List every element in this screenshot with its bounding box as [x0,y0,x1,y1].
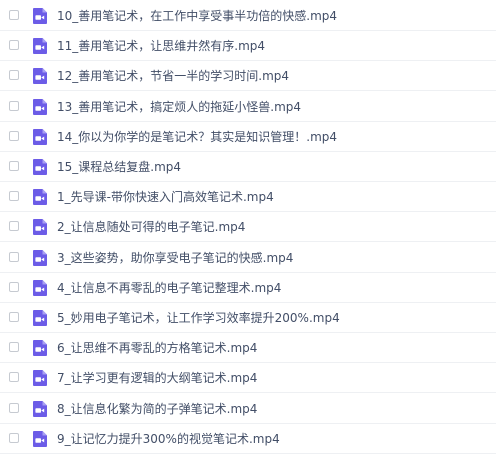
row-checkbox[interactable] [9,281,19,292]
file-name[interactable]: 15_课程总结复盘.mp4 [57,159,181,175]
row-checkbox[interactable] [9,40,19,51]
video-file-icon [32,279,48,297]
row-checkbox[interactable] [9,70,19,81]
file-name[interactable]: 1_先导课-带你快速入门高效笔记术.mp4 [57,189,274,205]
file-row[interactable]: 3_这些姿势，助你享受电子笔记的快感.mp4 [0,243,496,273]
video-file-icon [32,309,48,327]
file-row[interactable]: 15_课程总结复盘.mp4 [0,152,496,182]
file-list: 10_善用笔记术，在工作中享受事半功倍的快感.mp4 11_善用笔记术，让思维井… [0,0,496,470]
file-name[interactable]: 11_善用笔记术，让思维井然有序.mp4 [57,38,265,54]
row-checkbox[interactable] [9,130,19,141]
row-divider [0,452,496,454]
row-checkbox[interactable] [9,432,19,443]
row-checkbox[interactable] [9,342,19,353]
file-name[interactable]: 14_你以为你学的是笔记术？其实是知识管理！.mp4 [57,129,337,145]
file-name[interactable]: 13_善用笔记术，搞定烦人的拖延小怪兽.mp4 [57,99,301,115]
file-row[interactable]: 10_善用笔记术，在工作中享受事半功倍的快感.mp4 [0,1,496,31]
video-file-icon [32,400,48,418]
file-name[interactable]: 8_让信息化繁为简的子弹笔记术.mp4 [57,401,257,417]
video-file-icon [32,37,48,55]
row-checkbox[interactable] [9,100,19,111]
video-file-icon [32,369,48,387]
video-file-icon [32,158,48,176]
file-row[interactable]: 14_你以为你学的是笔记术？其实是知识管理！.mp4 [0,122,496,152]
video-file-icon [32,67,48,85]
file-row[interactable]: 11_善用笔记术，让思维井然有序.mp4 [0,31,496,62]
file-row[interactable]: 1_先导课-带你快速入门高效笔记术.mp4 [0,182,496,213]
row-checkbox[interactable] [9,221,19,232]
file-name[interactable]: 3_这些姿势，助你享受电子笔记的快感.mp4 [57,250,293,266]
file-name[interactable]: 12_善用笔记术，节省一半的学习时间.mp4 [57,68,289,84]
file-row[interactable]: 12_善用笔记术，节省一半的学习时间.mp4 [0,61,496,92]
video-file-icon [32,128,48,146]
file-row[interactable]: 5_妙用电子笔记术，让工作学习效率提升200%.mp4 [0,303,496,333]
file-name[interactable]: 10_善用笔记术，在工作中享受事半功倍的快感.mp4 [57,8,337,24]
video-file-icon [32,430,48,448]
file-row[interactable]: 13_善用笔记术，搞定烦人的拖延小怪兽.mp4 [0,92,496,122]
video-file-icon [32,98,48,116]
video-file-icon [32,188,48,206]
file-row[interactable]: 6_让思维不再零乱的方格笔记术.mp4 [0,333,496,364]
file-name[interactable]: 4_让信息不再零乱的电子笔记整理术.mp4 [57,280,281,296]
row-checkbox[interactable] [9,312,19,322]
row-checkbox[interactable] [9,372,19,383]
row-checkbox[interactable] [9,191,19,202]
file-name[interactable]: 9_让记忆力提升300%的视觉笔记术.mp4 [57,431,280,447]
file-row[interactable]: 9_让记忆力提升300%的视觉笔记术.mp4 [0,424,496,454]
file-row[interactable]: 2_让信息随处可得的电子笔记.mp4 [0,212,496,243]
file-row[interactable]: 8_让信息化繁为简的子弹笔记术.mp4 [0,394,496,424]
video-file-icon [32,339,48,357]
file-name[interactable]: 6_让思维不再零乱的方格笔记术.mp4 [57,340,257,356]
file-name[interactable]: 2_让信息随处可得的电子笔记.mp4 [57,219,245,235]
row-checkbox[interactable] [9,10,19,20]
video-file-icon [32,218,48,236]
row-checkbox[interactable] [9,251,19,262]
file-name[interactable]: 7_让学习更有逻辑的大纲笔记术.mp4 [57,370,257,386]
video-file-icon [32,7,48,25]
row-checkbox[interactable] [9,161,19,171]
file-row[interactable]: 7_让学习更有逻辑的大纲笔记术.mp4 [0,363,496,394]
file-row[interactable]: 4_让信息不再零乱的电子笔记整理术.mp4 [0,273,496,303]
video-file-icon [32,249,48,267]
row-checkbox[interactable] [9,402,19,413]
file-name[interactable]: 5_妙用电子笔记术，让工作学习效率提升200%.mp4 [57,310,340,326]
